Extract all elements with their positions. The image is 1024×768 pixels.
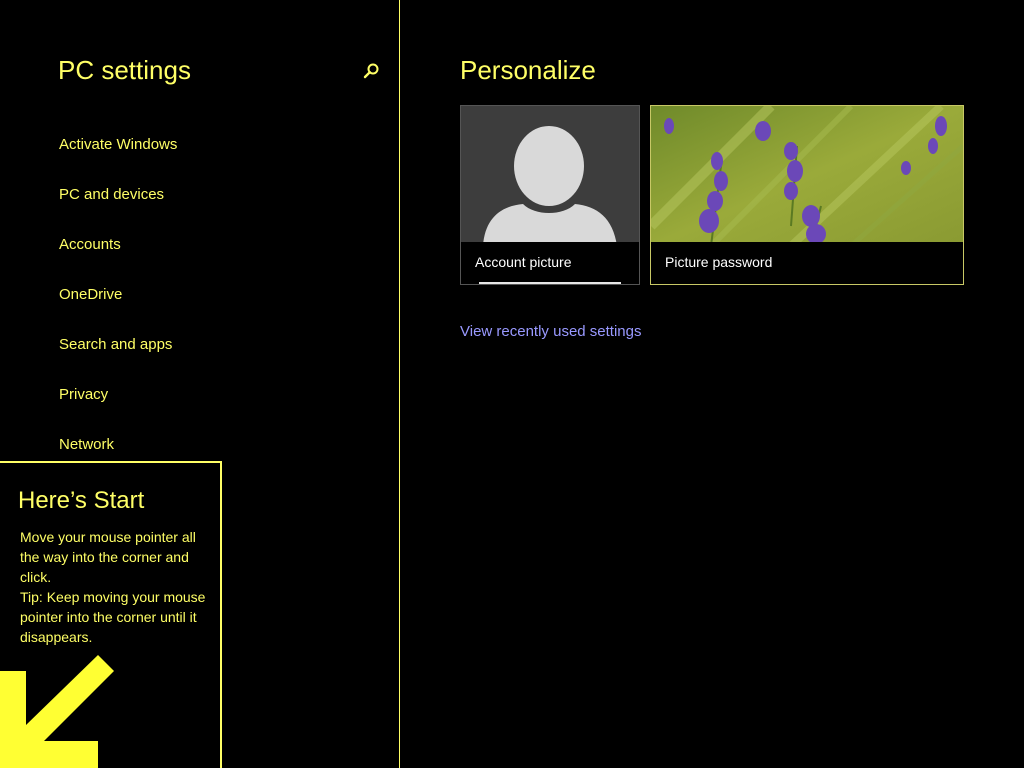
app-title: PC settings [58, 55, 191, 85]
start-tip-callout: Here’s Start Move your mouse pointer all… [0, 461, 222, 768]
tile-underline [479, 282, 621, 284]
account-picture-label: Account picture [461, 242, 639, 284]
search-icon[interactable] [360, 60, 382, 82]
user-silhouette-icon [483, 126, 617, 246]
tip-text: Move your mouse pointer all the way into… [20, 527, 210, 647]
sidebar-item-onedrive[interactable]: OneDrive [59, 286, 122, 303]
pane-divider [399, 0, 400, 768]
tip-line-2: Tip: Keep moving your mouse pointer into… [20, 589, 206, 645]
arrow-down-left-icon [0, 655, 114, 768]
picture-password-label: Picture password [651, 242, 963, 284]
sidebar-item-accounts[interactable]: Accounts [59, 236, 121, 253]
tip-line-1: Move your mouse pointer all the way into… [20, 529, 196, 585]
sidebar-item-activate-windows[interactable]: Activate Windows [59, 136, 177, 153]
lavender-flowers-image [651, 106, 963, 246]
sidebar-item-privacy[interactable]: Privacy [59, 386, 108, 403]
tip-title: Here’s Start [18, 487, 145, 514]
account-picture-tile[interactable]: Account picture [460, 105, 640, 285]
view-recent-settings-link[interactable]: View recently used settings [460, 323, 642, 340]
sidebar-item-network[interactable]: Network [59, 436, 114, 453]
page-title: Personalize [460, 55, 596, 85]
sidebar-item-search-and-apps[interactable]: Search and apps [59, 336, 172, 353]
picture-password-tile[interactable]: Picture password [650, 105, 964, 285]
sidebar-item-pc-and-devices[interactable]: PC and devices [59, 186, 164, 203]
